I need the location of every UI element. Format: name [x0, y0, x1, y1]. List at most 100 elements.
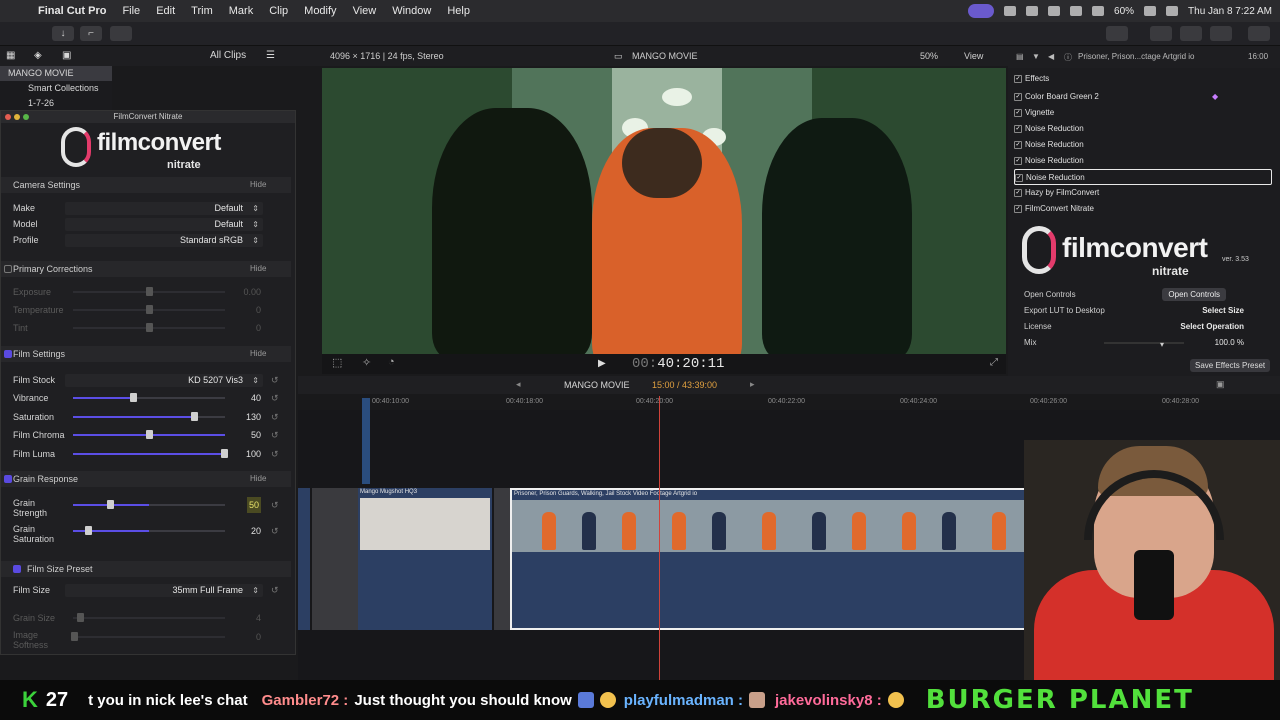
transform-icon[interactable]: ✧	[362, 356, 371, 369]
import-icon[interactable]: ↓	[52, 26, 74, 41]
color-board-icon[interactable]: ◆	[1212, 89, 1218, 105]
timeline-clip[interactable]	[298, 488, 310, 630]
temperature-value[interactable]: 0	[256, 302, 261, 318]
clock[interactable]: Thu Jan 8 7:22 AM	[1188, 6, 1272, 17]
effect-row[interactable]: ✓ Hazy by FilmConvert	[1014, 185, 1272, 201]
library-item[interactable]: Smart Collections	[0, 81, 112, 96]
model-select[interactable]: Default ⇕	[65, 218, 263, 231]
saturation-value[interactable]: 130	[246, 409, 261, 425]
slider-knob[interactable]	[146, 323, 153, 332]
menu-app-name[interactable]: Final Cut Pro	[30, 5, 114, 17]
gap-clip[interactable]	[494, 488, 510, 630]
tint-slider[interactable]	[73, 323, 225, 332]
profile-select[interactable]: Standard sRGB ⇕	[65, 234, 263, 247]
vibrance-slider[interactable]	[73, 393, 225, 402]
hide-button[interactable]: Hide	[250, 346, 266, 362]
temperature-slider[interactable]	[73, 305, 225, 314]
reset-icon[interactable]: ↺	[271, 427, 279, 443]
inspector-toggle-icon[interactable]	[1210, 26, 1232, 41]
grain-response-header[interactable]: Grain Response Hide	[1, 471, 291, 487]
color-inspector-icon[interactable]: ▼	[1032, 52, 1040, 61]
mix-slider[interactable]	[1104, 342, 1184, 344]
menu-clip[interactable]: Clip	[261, 5, 296, 17]
make-select[interactable]: Default ⇕	[65, 202, 263, 215]
effect-row[interactable]: ✓ Noise Reduction	[1014, 153, 1272, 169]
keyword-icon[interactable]: ⌐	[80, 26, 102, 41]
checkbox-checked[interactable]: ✓	[1014, 205, 1022, 213]
status-icon[interactable]	[1004, 6, 1017, 16]
video-inspector-icon[interactable]: ▤	[1016, 52, 1024, 61]
effects-header[interactable]: ✓ Effects	[1014, 71, 1272, 87]
grain-strength-value[interactable]: 50	[246, 497, 261, 513]
share-icon[interactable]	[1106, 26, 1128, 41]
save-effects-preset-button[interactable]: Save Effects Preset	[1190, 359, 1271, 372]
clip-filter-dropdown[interactable]: All Clips	[210, 50, 246, 61]
checkbox-checked[interactable]: ✓	[1014, 141, 1022, 149]
checkbox-checked[interactable]: ✓	[1014, 189, 1022, 197]
slider-knob[interactable]	[146, 287, 153, 296]
film-settings-header[interactable]: Film Settings Hide	[1, 346, 291, 362]
layout-icon[interactable]	[1150, 26, 1172, 41]
film-size-preset-header[interactable]: Film Size Preset	[1, 561, 291, 577]
film-stock-select[interactable]: KD 5207 Vis3 ⇕	[65, 374, 263, 387]
fullscreen-icon[interactable]: ⤢	[990, 357, 998, 368]
vibrance-value[interactable]: 40	[251, 390, 261, 406]
zoom-icon[interactable]	[23, 114, 29, 120]
primary-corrections-header[interactable]: Primary Corrections Hide	[1, 261, 291, 277]
battery-icon[interactable]	[1144, 6, 1157, 16]
slider-knob[interactable]	[146, 305, 153, 314]
library-item[interactable]: 1-7-26	[0, 96, 112, 111]
effect-row[interactable]: ✓ FilmConvert Nitrate	[1014, 201, 1272, 217]
close-icon[interactable]	[5, 114, 11, 120]
play-icon[interactable]: ▶	[598, 358, 606, 369]
film-settings-checkbox[interactable]	[4, 350, 12, 358]
slider-knob[interactable]	[71, 632, 78, 641]
hide-button[interactable]: Hide	[250, 471, 266, 487]
saturation-slider[interactable]	[73, 412, 225, 421]
checkbox-checked[interactable]: ✓	[1014, 157, 1022, 165]
info-inspector-icon[interactable]: ⓘ	[1064, 52, 1072, 63]
view-dropdown[interactable]: View	[964, 51, 983, 61]
grain-saturation-slider[interactable]	[73, 526, 225, 535]
menu-help[interactable]: Help	[439, 5, 478, 17]
grain-response-checkbox[interactable]	[4, 475, 12, 483]
library-item[interactable]: MANGO MOVIE	[0, 66, 112, 81]
hide-button[interactable]: Hide	[250, 177, 266, 193]
exposure-slider[interactable]	[73, 287, 225, 296]
film-chroma-slider[interactable]	[73, 430, 225, 439]
license-select[interactable]: Select Operation	[1180, 320, 1244, 334]
checkbox-checked[interactable]: ✓	[1014, 75, 1022, 83]
checkbox-checked[interactable]: ✓	[1014, 125, 1022, 133]
menu-edit[interactable]: Edit	[148, 5, 183, 17]
reset-icon[interactable]: ↺	[271, 390, 279, 406]
slider-knob[interactable]	[146, 430, 153, 439]
slider-knob[interactable]	[107, 500, 114, 509]
menu-window[interactable]: Window	[384, 5, 439, 17]
reset-icon[interactable]: ↺	[271, 372, 279, 388]
minimize-icon[interactable]	[14, 114, 20, 120]
titles-icon[interactable]: ▣	[62, 50, 71, 61]
film-luma-slider[interactable]	[73, 449, 228, 458]
wifi-icon[interactable]	[1092, 6, 1105, 16]
slider-knob[interactable]	[191, 412, 198, 421]
export-icon[interactable]	[1248, 26, 1270, 41]
menu-trim[interactable]: Trim	[183, 5, 221, 17]
checkbox-checked[interactable]: ✓	[1015, 174, 1023, 182]
slider-knob[interactable]	[221, 449, 228, 458]
menu-view[interactable]: View	[345, 5, 385, 17]
reset-icon[interactable]: ↺	[271, 409, 279, 425]
library-icon[interactable]: ▦	[6, 50, 15, 61]
effect-row[interactable]: ✓ Color Board Green 2 ◆	[1014, 89, 1272, 105]
grain-strength-slider[interactable]	[73, 500, 225, 509]
open-controls-button[interactable]: Open Controls	[1162, 288, 1226, 301]
playhead[interactable]	[659, 396, 660, 680]
gap-clip[interactable]	[312, 488, 358, 630]
image-softness-value[interactable]: 0	[256, 629, 261, 645]
menu-modify[interactable]: Modify	[296, 5, 344, 17]
photos-icon[interactable]: ◈	[34, 50, 42, 61]
slider-knob[interactable]	[77, 613, 84, 622]
grain-size-value[interactable]: 4	[256, 610, 261, 626]
slider-knob[interactable]	[85, 526, 92, 535]
connected-clip[interactable]	[362, 398, 370, 484]
speed-icon[interactable]: ◔	[388, 356, 395, 368]
